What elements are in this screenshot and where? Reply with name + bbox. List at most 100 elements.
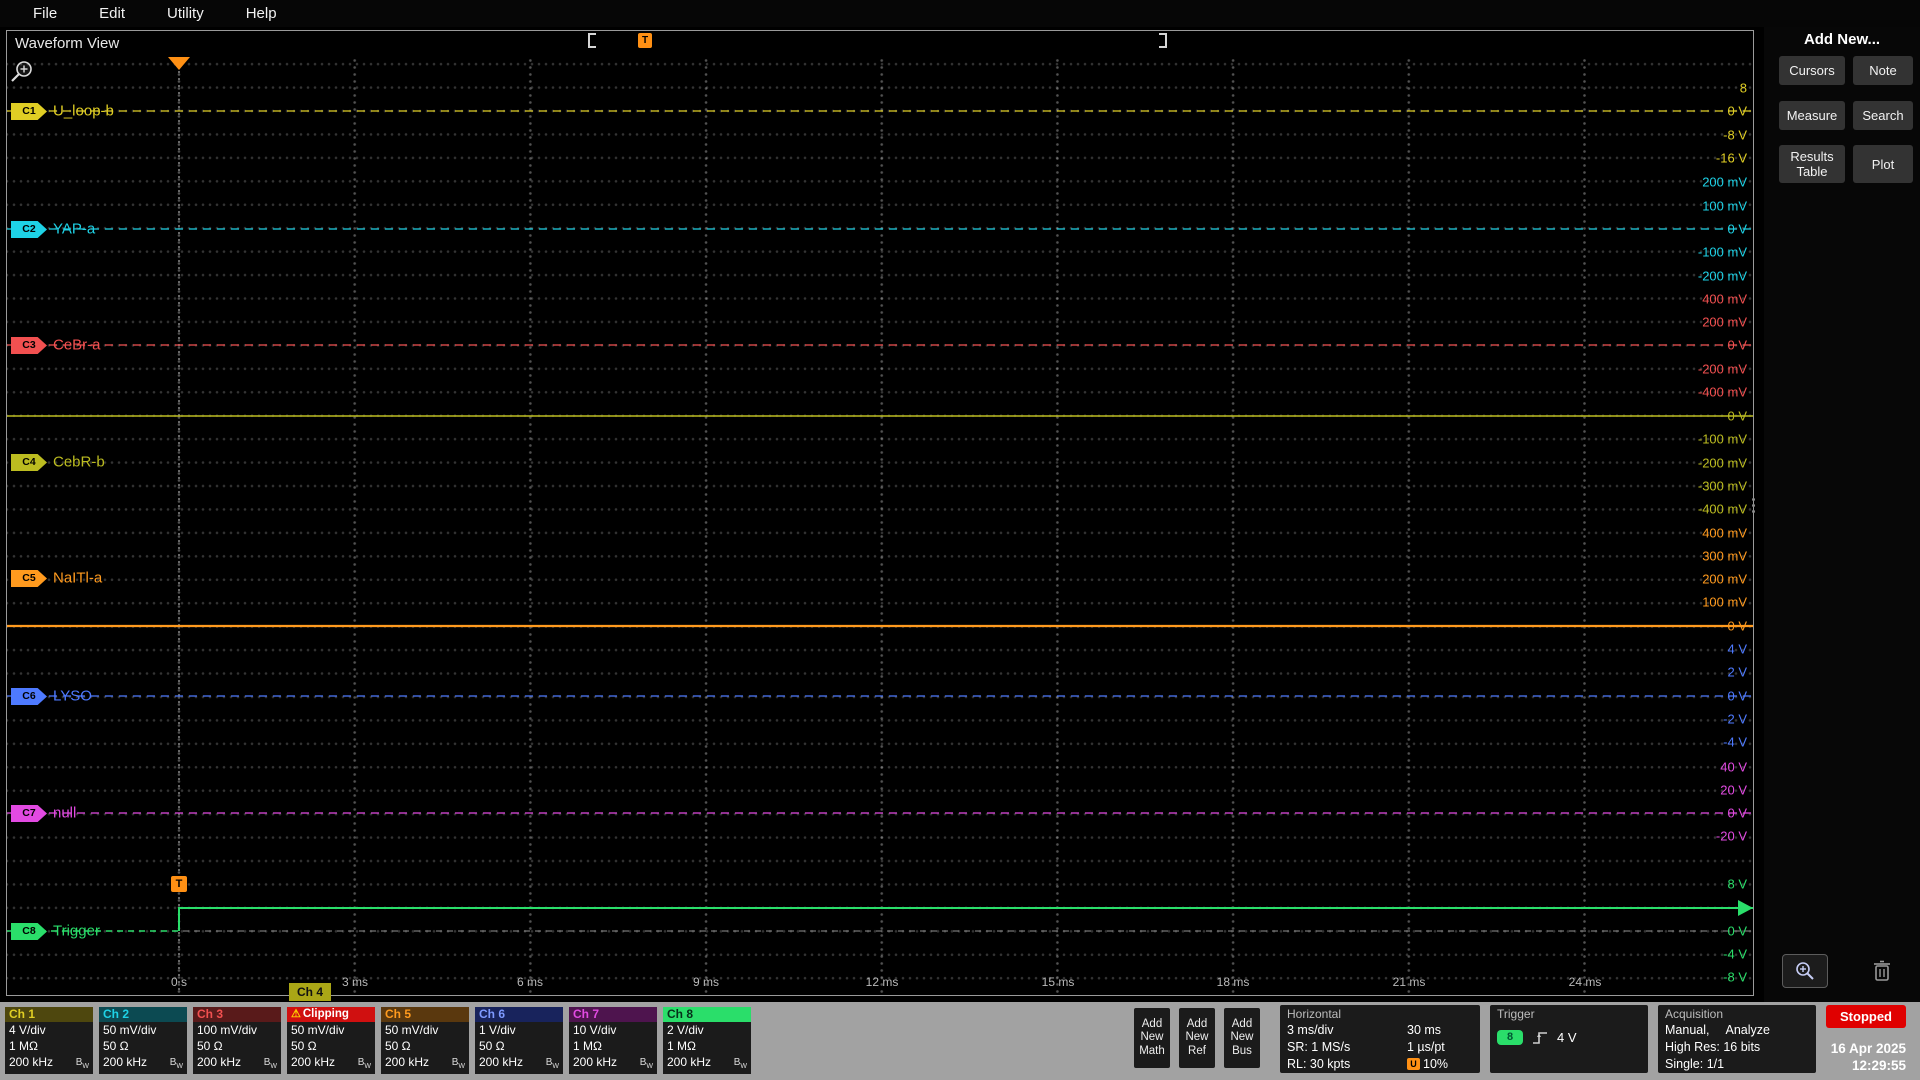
trigger-title: Trigger: [1497, 1007, 1641, 1022]
ch6-scale-label: 2 V: [1727, 665, 1747, 680]
horizontal-overview-bar[interactable]: T: [588, 33, 1167, 48]
menu-edit[interactable]: Edit: [78, 5, 146, 22]
ch3-scale-label: -200 mV: [1698, 362, 1747, 377]
channel-scale: 50 mV/div: [99, 1022, 187, 1038]
ch4-scale-label: -400 mV: [1698, 502, 1747, 517]
channel-bandwidth: 200 kHzBW: [287, 1054, 375, 1070]
bandwidth-limit-icon: BW: [170, 1055, 183, 1074]
channel-scale: 2 V/div: [663, 1022, 751, 1038]
ch5-scale-label: 100 mV: [1702, 595, 1747, 610]
horizontal-panel[interactable]: Horizontal 3 ms/div30 ms SR: 1 MS/s1 µs/…: [1280, 1005, 1480, 1073]
ch8-label[interactable]: Trigger: [53, 923, 100, 940]
menu-file[interactable]: File: [12, 5, 78, 22]
bandwidth-limit-icon: BW: [734, 1055, 747, 1074]
ch4-scale-label: -200 mV: [1698, 456, 1747, 471]
plot-button[interactable]: Plot: [1853, 145, 1913, 183]
trigger-panel[interactable]: Trigger 8 4 V: [1490, 1005, 1648, 1073]
ch1-scale-label: 8: [1740, 81, 1747, 96]
trigger-source-badge: 8: [1497, 1030, 1523, 1045]
ch8-scale-label: 8 V: [1727, 877, 1747, 892]
ch5-scale-label: 300 mV: [1702, 549, 1747, 564]
menu-help[interactable]: Help: [225, 5, 298, 22]
warning-icon: ⚠: [291, 1008, 301, 1020]
ch1-label[interactable]: U_loop-b: [53, 103, 114, 120]
ch6-label[interactable]: LYSO: [53, 688, 92, 705]
time-label: 12 ms: [866, 975, 899, 989]
channel-badge-ch7[interactable]: Ch 7 10 V/div 1 MΩ 200 kHzBW: [569, 1007, 657, 1074]
channel-badge-ch4[interactable]: ⚠Clipping 50 mV/div 50 Ω 200 kHzBW: [287, 1007, 375, 1074]
search-button[interactable]: Search: [1853, 101, 1913, 130]
bottom-bar: Ch 1 4 V/div 1 MΩ 200 kHzBW Ch 2 50 mV/d…: [0, 1002, 1920, 1080]
sample-resolution: 1 µs/pt: [1407, 1039, 1445, 1056]
add-bus-button[interactable]: AddNewBus: [1224, 1008, 1260, 1068]
channel-badge-ch8[interactable]: Ch 8 2 V/div 1 MΩ 200 kHzBW: [663, 1007, 751, 1074]
zoom-mode-button[interactable]: [1782, 954, 1828, 988]
zoom-glass-icon[interactable]: [7, 57, 37, 87]
ch6-scale-label: -4 V: [1723, 735, 1747, 750]
channel-badge-ch6[interactable]: Ch 6 1 V/div 50 Ω 200 kHzBW: [475, 1007, 563, 1074]
ch4-scale-label: -100 mV: [1698, 432, 1747, 447]
overview-trigger-flag[interactable]: T: [638, 33, 652, 48]
ch7-scale-label: 20 V: [1720, 783, 1747, 798]
note-button[interactable]: Note: [1853, 56, 1913, 85]
ch7-scale-label: 0 V: [1727, 806, 1747, 821]
ch4-floating-tag[interactable]: Ch 4: [289, 983, 331, 1001]
channel-badge-ch1[interactable]: Ch 1 4 V/div 1 MΩ 200 kHzBW: [5, 1007, 93, 1074]
trigger-level-marker[interactable]: T: [171, 876, 187, 892]
channel-bandwidth: 200 kHzBW: [5, 1054, 93, 1070]
waveform-plot[interactable]: C1 C2 C3 C4 C5 C6 C7 C8 U_loop-b YAP-a C…: [7, 57, 1753, 995]
add-math-button[interactable]: AddNewMath: [1134, 1008, 1170, 1068]
add-ref-button[interactable]: AddNewRef: [1179, 1008, 1215, 1068]
time-label: 6 ms: [517, 975, 543, 989]
cursors-button[interactable]: Cursors: [1779, 56, 1845, 85]
ch5-label[interactable]: NaITl-a: [53, 570, 102, 587]
bandwidth-limit-icon: BW: [358, 1055, 371, 1074]
time-label: 3 ms: [342, 975, 368, 989]
channel-impedance: 50 Ω: [381, 1038, 469, 1054]
bandwidth-limit-icon: BW: [640, 1055, 653, 1074]
channel-scale: 1 V/div: [475, 1022, 563, 1038]
ch2-label[interactable]: YAP-a: [53, 221, 95, 238]
trash-button[interactable]: [1862, 955, 1902, 987]
waveform-view-panel: Waveform View C1 C2 C3 C4: [6, 30, 1754, 996]
datetime-display: 16 Apr 2025 12:29:55: [1831, 1040, 1906, 1074]
channel-impedance: 50 Ω: [99, 1038, 187, 1054]
sample-rate: SR: 1 MS/s: [1287, 1039, 1407, 1056]
channel-scale: 100 mV/div: [193, 1022, 281, 1038]
right-sidebar: Add New... Cursors Note Measure Search R…: [1764, 27, 1920, 1002]
ch3-scale-label: 400 mV: [1702, 292, 1747, 307]
channel-badge-header: Ch 5: [381, 1007, 469, 1022]
oscilloscope-app: File Edit Utility Help Waveform View: [0, 0, 1920, 1080]
panel-title: Waveform View: [15, 35, 119, 52]
time-label: 18 ms: [1217, 975, 1250, 989]
channel-scale: 10 V/div: [569, 1022, 657, 1038]
ch8-step-trace: [179, 908, 1753, 931]
acquisition-title: Acquisition: [1665, 1007, 1809, 1022]
channel-badge-header: Ch 1: [5, 1007, 93, 1022]
channel-badge-header: Ch 8: [663, 1007, 751, 1022]
trigger-position-triangle-icon[interactable]: [168, 57, 190, 70]
channel-impedance: 50 Ω: [193, 1038, 281, 1054]
ch3-label[interactable]: CeBr-a: [53, 337, 101, 354]
ch6-scale-label: -2 V: [1723, 712, 1747, 727]
menu-utility[interactable]: Utility: [146, 5, 225, 22]
channel-badge-ch2[interactable]: Ch 2 50 mV/div 50 Ω 200 kHzBW: [99, 1007, 187, 1074]
panel-splitter-grip[interactable]: [1752, 498, 1755, 513]
horizontal-position: U10%: [1407, 1056, 1448, 1073]
trigger-level: 4 V: [1557, 1030, 1577, 1045]
results-table-button[interactable]: Results Table: [1779, 145, 1845, 183]
measure-button[interactable]: Measure: [1779, 101, 1845, 130]
horizontal-title: Horizontal: [1287, 1007, 1473, 1022]
channel-badge-ch3[interactable]: Ch 3 100 mV/div 50 Ω 200 kHzBW: [193, 1007, 281, 1074]
bandwidth-limit-icon: BW: [264, 1055, 277, 1074]
acquisition-panel[interactable]: Acquisition Manual, Analyze High Res: 16…: [1658, 1005, 1816, 1073]
ch2-scale-label: 200 mV: [1702, 175, 1747, 190]
ch2-scale-label: 0 V: [1727, 222, 1747, 237]
ch1-scale-label: -8 V: [1723, 128, 1747, 143]
run-status-badge: Stopped: [1826, 1005, 1906, 1028]
channel-impedance: 50 Ω: [287, 1038, 375, 1054]
ch4-label[interactable]: CebR-b: [53, 454, 105, 471]
channel-bandwidth: 200 kHzBW: [475, 1054, 563, 1070]
channel-badge-ch5[interactable]: Ch 5 50 mV/div 50 Ω 200 kHzBW: [381, 1007, 469, 1074]
ch7-label[interactable]: null: [53, 805, 76, 822]
